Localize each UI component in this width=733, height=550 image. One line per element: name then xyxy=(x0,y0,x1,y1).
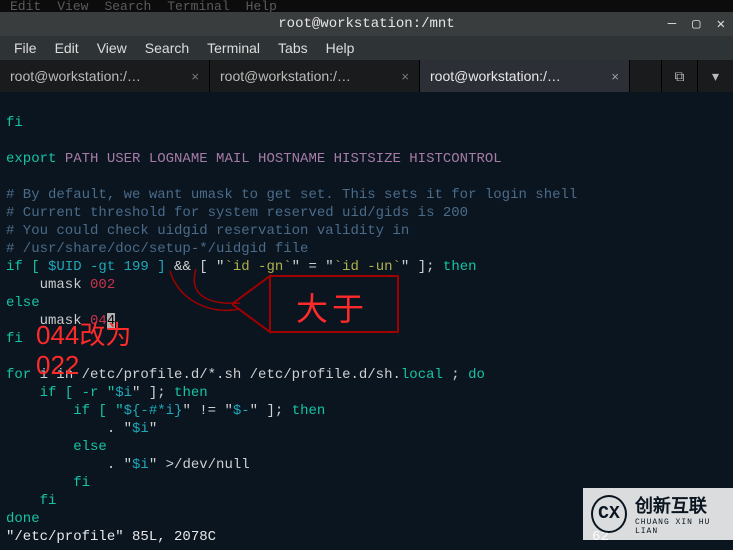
watermark: CX 创新互联 CHUANG XIN HU LIAN xyxy=(583,488,733,540)
tab-bar: root@workstation:/… × root@workstation:/… xyxy=(0,60,733,92)
menu-view[interactable]: View xyxy=(97,40,127,56)
vim-status-left: "/etc/profile" 85L, 2078C xyxy=(6,529,216,545)
annotation-box: 大于 xyxy=(232,274,402,339)
menu-file[interactable]: File xyxy=(14,40,37,56)
annotation-replace-text: 044改为 022 xyxy=(36,320,131,380)
tab-close-icon[interactable]: × xyxy=(401,69,409,84)
window-titlebar[interactable]: root@workstation:/mnt — ▢ ✕ xyxy=(0,12,733,36)
terminal-tab-1[interactable]: root@workstation:/… × xyxy=(0,60,210,92)
window-minimize-button[interactable]: — xyxy=(668,16,676,33)
window-maximize-button[interactable]: ▢ xyxy=(692,16,700,33)
menu-help[interactable]: Help xyxy=(326,40,355,56)
terminal-tab-3[interactable]: root@workstation:/… × xyxy=(420,60,630,92)
terminal-tab-2[interactable]: root@workstation:/… × xyxy=(210,60,420,92)
menu-edit[interactable]: Edit xyxy=(55,40,79,56)
code-token: fi xyxy=(6,115,23,131)
menu-tabs[interactable]: Tabs xyxy=(278,40,308,56)
menubar: File Edit View Search Terminal Tabs Help xyxy=(0,36,733,60)
menu-terminal[interactable]: Terminal xyxy=(207,40,260,56)
tab-dropdown-button[interactable]: ▾ xyxy=(697,60,733,92)
window-close-button[interactable]: ✕ xyxy=(717,16,725,33)
tab-close-icon[interactable]: × xyxy=(191,69,199,84)
background-app-menubar: Edit View Search Terminal Help xyxy=(0,0,733,12)
tab-close-icon[interactable]: × xyxy=(611,69,619,84)
new-tab-button[interactable]: ⧉ xyxy=(661,60,697,92)
watermark-logo: CX xyxy=(591,495,627,533)
window-title: root@workstation:/mnt xyxy=(278,16,454,32)
menu-search[interactable]: Search xyxy=(145,40,189,56)
